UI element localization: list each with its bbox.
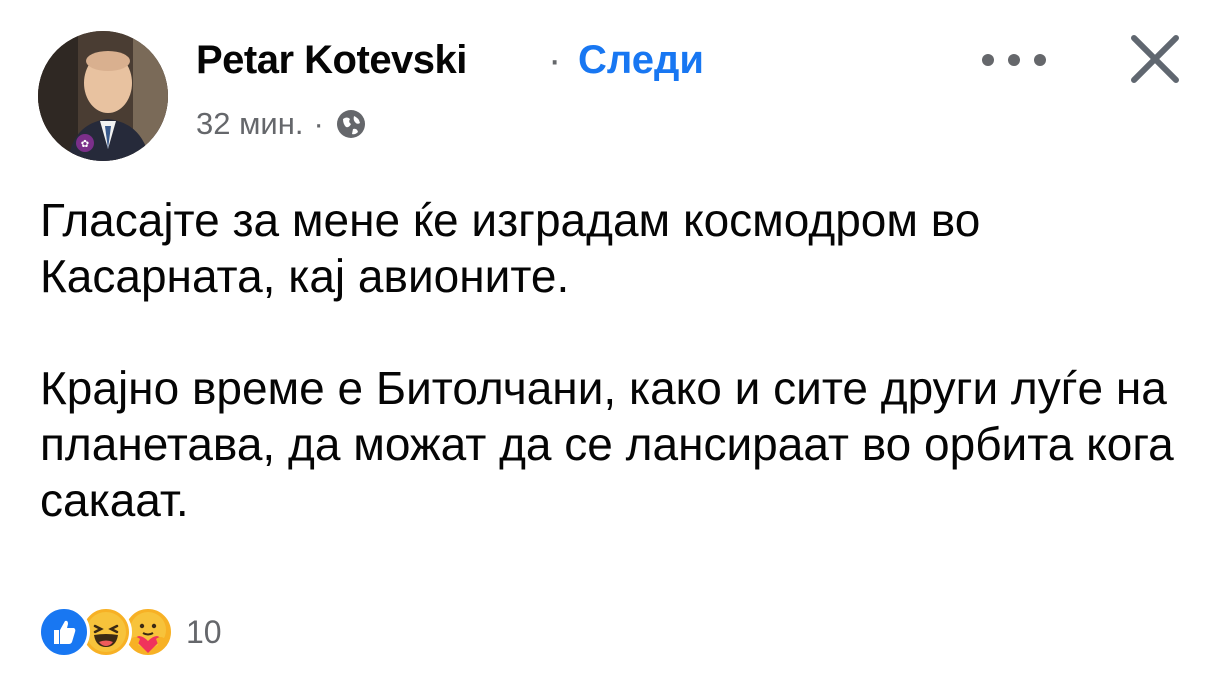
post-paragraph: Крајно време е Битолчани, како и сите др…	[40, 362, 1174, 526]
follow-button[interactable]: Следи	[578, 38, 704, 83]
more-dot	[1034, 54, 1046, 66]
name-separator: ·	[548, 38, 562, 82]
post-meta: 32 мин. ·	[196, 106, 368, 142]
post-message: Гласајте за мене ќе изградам космодром в…	[40, 192, 1190, 528]
post-card: ✿ Petar Kotevski · Следи 32 мин. · Гласа…	[0, 0, 1220, 678]
post-paragraph: Гласајте за мене ќе изградам космодром в…	[40, 194, 981, 302]
close-icon[interactable]	[1124, 28, 1186, 90]
reactions-summary[interactable]: 10	[38, 606, 222, 658]
meta-separator: ·	[313, 106, 324, 141]
more-dot	[982, 54, 994, 66]
author-name[interactable]: Petar Kotevski	[196, 38, 467, 83]
svg-text:✿: ✿	[81, 139, 89, 150]
post-time[interactable]: 32 мин.	[196, 106, 303, 142]
like-icon	[38, 606, 90, 658]
more-options-icon[interactable]	[982, 40, 1046, 80]
globe-icon[interactable]	[334, 107, 368, 141]
author-avatar[interactable]: ✿	[38, 31, 168, 161]
more-dot	[1008, 54, 1020, 66]
avatar-photo: ✿	[38, 31, 168, 161]
reactions-count[interactable]: 10	[186, 614, 222, 651]
